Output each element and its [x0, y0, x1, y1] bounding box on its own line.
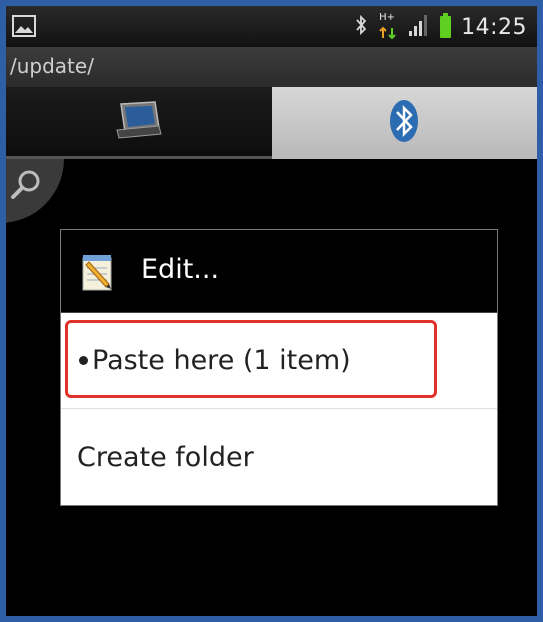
search-button[interactable]: [6, 159, 64, 223]
status-time: 14:25: [461, 14, 527, 40]
path-bar: /update/: [6, 47, 537, 88]
device-icon: [113, 98, 165, 146]
create-folder-menu-item[interactable]: Create folder: [61, 409, 497, 505]
phone-screen: H+ 14:25 /update/ Edit... Paste here (1 …: [0, 0, 543, 622]
notepad-pencil-icon: [79, 252, 117, 296]
tab-bluetooth[interactable]: [271, 87, 537, 159]
create-folder-label: Create folder: [77, 441, 254, 473]
dialog-header: Edit...: [61, 230, 497, 313]
current-path: /update/: [10, 54, 94, 78]
battery-icon: [440, 13, 452, 38]
bluetooth-status-icon: [354, 14, 368, 40]
edit-dialog: Edit... Paste here (1 item) Create folde…: [60, 229, 498, 506]
bluetooth-icon: [389, 98, 419, 148]
picture-icon: [12, 15, 36, 37]
paste-here-menu-item[interactable]: Paste here (1 item): [61, 312, 497, 409]
status-icons: H+ 14:25: [354, 10, 527, 44]
network-type-icon: H+: [378, 12, 398, 40]
highlight-box: [65, 320, 437, 398]
dialog-title: Edit...: [141, 254, 220, 285]
signal-icon: [408, 13, 430, 41]
tab-bar: [6, 87, 537, 159]
status-bar: H+ 14:25: [6, 6, 537, 47]
tab-device[interactable]: [6, 87, 272, 159]
